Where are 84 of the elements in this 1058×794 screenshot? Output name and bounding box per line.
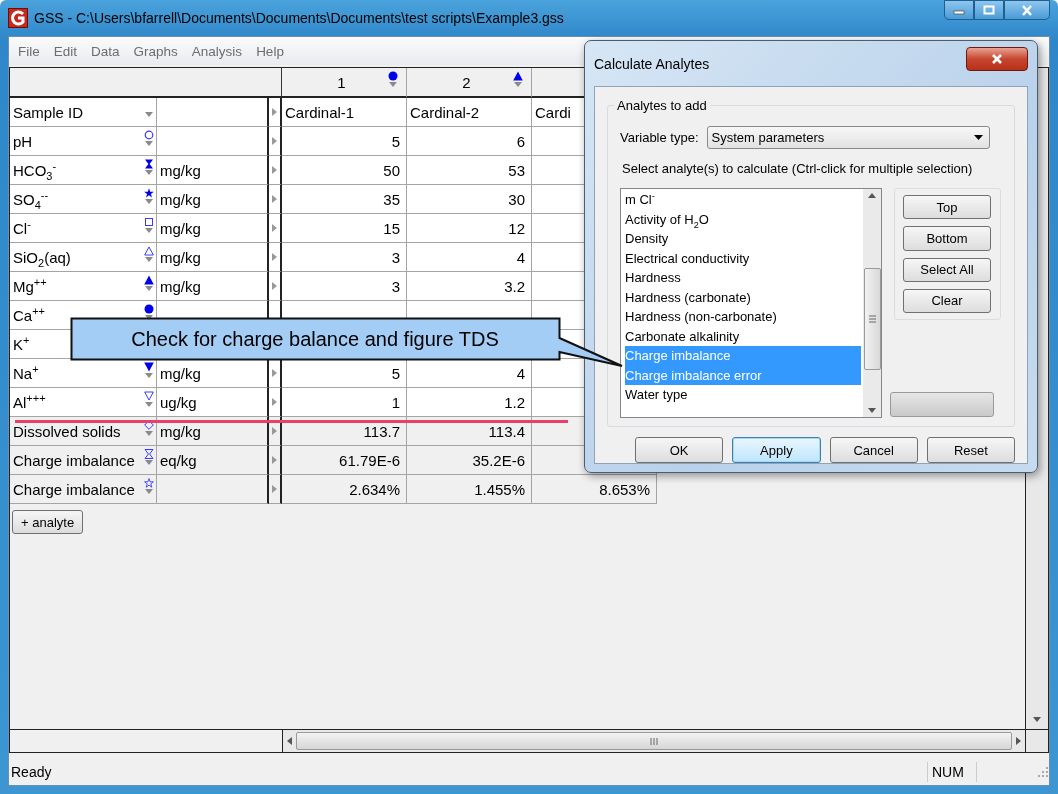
close-icon xyxy=(991,54,1003,64)
field-label: Variable type: xyxy=(620,129,699,145)
list-item[interactable]: Hardness (non-carbonate) xyxy=(625,307,861,327)
close-button[interactable] xyxy=(1004,0,1050,20)
scroll-down-icon[interactable] xyxy=(868,408,876,413)
list-item[interactable]: Hardness xyxy=(625,268,861,288)
row-arrow-icon xyxy=(272,282,277,290)
row-arrow-icon xyxy=(272,137,277,145)
callout-text: Check for charge balance and figure TDS xyxy=(130,327,500,352)
analyte-name: Ca$^{++}$ xyxy=(13,306,46,324)
list-action-button[interactable]: Top xyxy=(903,195,991,220)
menu-item[interactable]: Help xyxy=(249,43,291,59)
window-title: GSS - C:\Users\bfarrell\Documents\Documents\Documents\test scripts\Example3.gss xyxy=(34,10,565,26)
grip-icon xyxy=(650,737,658,745)
table-cell: 1.455% xyxy=(407,475,532,504)
row-arrow-icon xyxy=(272,456,277,464)
scroll-left-icon[interactable] xyxy=(287,737,292,745)
row-arrow-icon xyxy=(272,485,277,493)
list-item[interactable]: Carbonate alkalinity xyxy=(625,326,861,346)
scroll-down-icon[interactable] xyxy=(1033,717,1041,722)
dialog-button[interactable]: Apply xyxy=(732,437,821,463)
list-item[interactable]: Activity of H$_{2}$O xyxy=(625,209,861,229)
menu-item[interactable]: File xyxy=(11,43,47,59)
list-item[interactable]: Water type xyxy=(625,385,861,405)
analyte-name: Mg$^{++}$ xyxy=(13,277,47,295)
list-action-button[interactable]: Bottom xyxy=(903,226,991,251)
menu-item[interactable]: Edit xyxy=(46,43,85,59)
row-arrow-icon xyxy=(272,108,277,116)
list-item[interactable]: Electrical conductivity xyxy=(625,248,861,268)
list-item[interactable]: Hardness (carbonate) xyxy=(625,287,861,307)
table-cell: 8.653% xyxy=(532,475,657,504)
add-analyte-button[interactable]: + analyte xyxy=(12,510,84,534)
list-item[interactable]: Density xyxy=(625,229,861,249)
scroll-thumb[interactable] xyxy=(296,732,1012,750)
group-label: Analytes to add xyxy=(614,98,710,113)
status-indicator: NUM xyxy=(927,762,976,782)
list-action-button[interactable]: Clear xyxy=(903,288,991,313)
analyte-name: K$^{+}$ xyxy=(13,335,30,353)
row-arrow-icon xyxy=(272,398,277,406)
dialog-button[interactable]: Cancel xyxy=(829,437,918,463)
row-arrow-icon xyxy=(272,195,277,203)
minimize-button[interactable] xyxy=(944,0,974,20)
analyte-name: Charge imbalance xyxy=(13,451,135,469)
dialog-button[interactable]: OK xyxy=(635,437,724,463)
list-action-button[interactable]: Select All xyxy=(903,257,991,282)
dialog-title: Calculate Analytes xyxy=(594,55,710,72)
maximize-button[interactable] xyxy=(974,0,1004,20)
analyte-name: Dissolved solids xyxy=(13,422,121,440)
row-arrow-icon xyxy=(272,224,277,232)
column-number: 2 xyxy=(461,73,472,91)
dialog-button[interactable]: Reset xyxy=(926,437,1015,463)
row-arrow-icon xyxy=(272,369,277,377)
menu-item[interactable]: Graphs xyxy=(126,43,185,59)
analyte-name: Charge imbalance xyxy=(13,480,135,498)
resize-grip-icon[interactable] xyxy=(1037,766,1049,778)
list-scrollbar[interactable] xyxy=(863,189,881,417)
scroll-up-icon[interactable] xyxy=(868,193,876,198)
row-arrow-icon xyxy=(272,253,277,261)
close-button[interactable] xyxy=(966,47,1028,71)
maximize-icon xyxy=(983,5,995,15)
instruction-text: Select analyte(s) to calculate (Ctrl-click for multiple selection) xyxy=(622,161,974,177)
app-logo-icon xyxy=(8,8,28,28)
analyte-name: Al$^{+++}$ xyxy=(13,393,46,411)
row-arrow-icon xyxy=(272,166,277,174)
list-item[interactable]: m Cl$^{-}$ xyxy=(625,190,861,210)
scroll-right-icon[interactable] xyxy=(1016,737,1021,745)
menu-item[interactable]: Analysis xyxy=(184,43,250,59)
analyte-name: Cl$^{-}$ xyxy=(13,219,31,237)
analyte-name: pH xyxy=(13,132,33,150)
analyte-name: Na$^{+}$ xyxy=(13,364,39,382)
blank-button[interactable] xyxy=(890,392,994,417)
column-label: Sample ID xyxy=(13,103,84,121)
scroll-thumb[interactable] xyxy=(863,268,881,370)
caret-icon xyxy=(973,134,983,140)
row-arrow-icon xyxy=(272,427,277,435)
horizontal-scrollbar[interactable] xyxy=(283,730,1025,752)
grip-icon xyxy=(868,315,876,323)
status-text: Ready xyxy=(10,764,53,780)
menu-item[interactable]: Data xyxy=(84,43,127,59)
analyte-name: SiO$_{2}$(aq) xyxy=(13,248,71,266)
column-number: 1 xyxy=(336,73,347,91)
table-cell: 2.634% xyxy=(282,475,407,504)
close-icon xyxy=(1021,4,1033,16)
variable-type-dropdown[interactable]: System parameters xyxy=(706,125,990,149)
